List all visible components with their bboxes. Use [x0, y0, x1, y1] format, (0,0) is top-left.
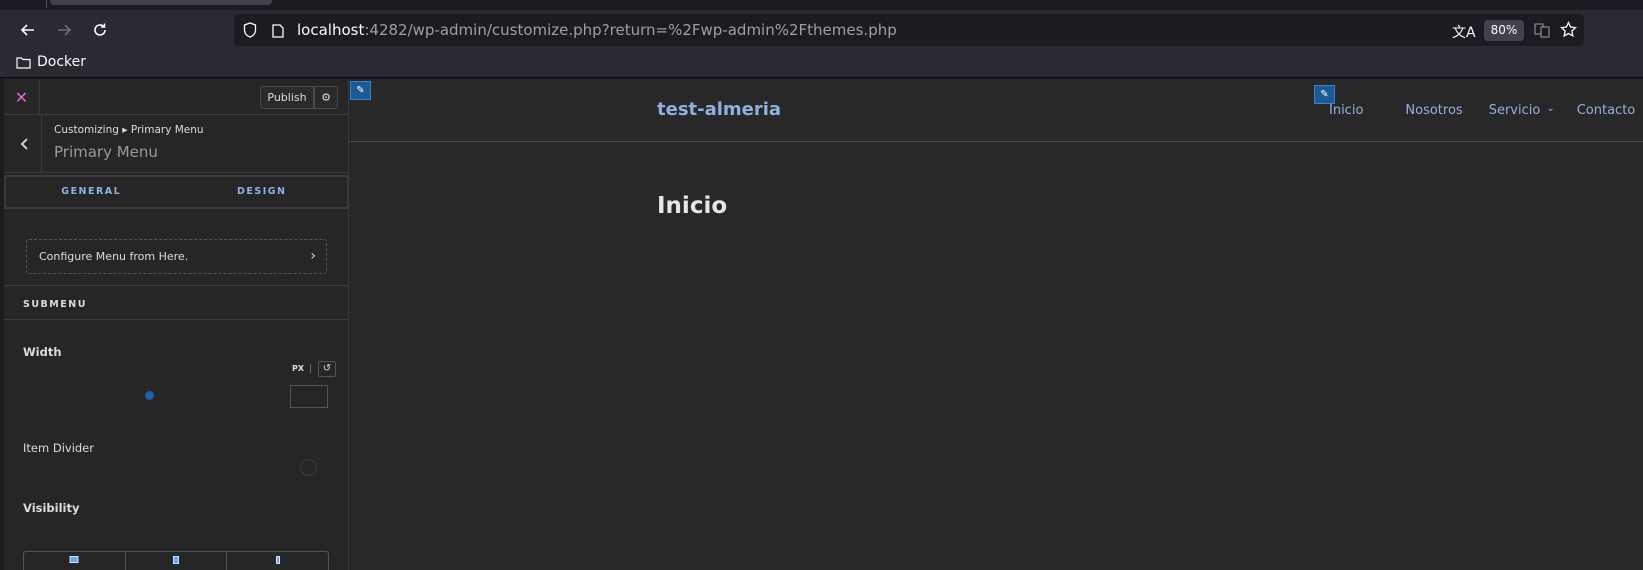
forward-icon[interactable]: [50, 16, 78, 44]
back-icon[interactable]: [14, 16, 42, 44]
folder-icon: [16, 56, 31, 69]
publish-button[interactable]: Publish: [260, 86, 314, 109]
chevron-left-icon: [20, 138, 28, 150]
width-slider-handle[interactable]: [145, 391, 154, 400]
menu-item-servicio[interactable]: Servicio: [1489, 103, 1541, 118]
submenu-heading: SUBMENU: [23, 299, 87, 310]
page-title: Inicio: [657, 193, 728, 219]
bookmark-folder-docker[interactable]: Docker: [16, 54, 86, 70]
tab-design[interactable]: DESIGN: [177, 177, 348, 207]
primary-menu: Inicio Nosotros Servicio ⌄ Contacto: [1329, 103, 1635, 118]
tab-strip: [0, 0, 1643, 10]
reader-translate-icon[interactable]: [1534, 22, 1550, 42]
item-divider-label: Item Divider: [23, 441, 94, 455]
tab-separator: [46, 0, 47, 8]
edit-shortcut-pencil-icon[interactable]: ✎: [350, 81, 371, 100]
site-preview: ✎ test-almeria ✎ Inicio Nosotros Servici…: [349, 79, 1643, 570]
address-bar[interactable]: localhost:4282/wp-admin/customize.php?re…: [234, 14, 1584, 46]
back-button[interactable]: [8, 115, 42, 173]
site-header: ✎ test-almeria ✎ Inicio Nosotros Servici…: [349, 79, 1643, 142]
url-text[interactable]: localhost:4282/wp-admin/customize.php?re…: [297, 21, 897, 39]
mobile-visibility-button[interactable]: [227, 552, 328, 570]
chevron-right-icon: ›: [310, 248, 316, 264]
browser-tab[interactable]: [50, 0, 272, 5]
configure-menu-label: Configure Menu from Here.: [39, 250, 189, 263]
visibility-selector: [23, 551, 329, 570]
breadcrumb: Customizing ▸ Primary Menu: [54, 124, 204, 136]
edit-menu-pencil-icon[interactable]: ✎: [1314, 85, 1335, 104]
panel-tabs: GENERAL DESIGN: [4, 175, 348, 209]
menu-item-inicio[interactable]: Inicio: [1329, 103, 1363, 118]
menu-item-contacto[interactable]: Contacto: [1577, 103, 1636, 118]
tablet-visibility-button[interactable]: [126, 552, 228, 570]
width-label: Width: [23, 345, 62, 359]
chevron-down-icon[interactable]: ⌄: [1546, 103, 1554, 118]
page-icon[interactable]: [272, 23, 284, 42]
tablet-icon: [173, 556, 179, 564]
configure-menu-link[interactable]: Configure Menu from Here. ›: [26, 239, 327, 274]
gear-icon: ⚙: [321, 91, 331, 104]
star-icon[interactable]: [1560, 20, 1577, 42]
browser-toolbar: localhost:4282/wp-admin/customize.php?re…: [0, 10, 1643, 50]
menu-item-nosotros[interactable]: Nosotros: [1405, 103, 1462, 118]
shield-icon[interactable]: [243, 22, 257, 42]
desktop-visibility-button[interactable]: [24, 552, 126, 570]
publish-settings-button[interactable]: ⚙: [314, 86, 338, 109]
mobile-icon: [275, 556, 280, 564]
zoom-level[interactable]: 80%: [1484, 20, 1524, 41]
translate-icon[interactable]: 文A: [1452, 22, 1476, 42]
tab-general[interactable]: GENERAL: [6, 177, 177, 207]
bookmarks-bar: Docker: [0, 50, 1643, 78]
divider: [4, 319, 348, 320]
item-divider-toggle[interactable]: [300, 459, 317, 476]
section-title: Primary Menu: [54, 143, 158, 161]
desktop-icon: [69, 556, 79, 563]
width-input[interactable]: [290, 385, 328, 408]
bookmark-label: Docker: [37, 54, 87, 70]
reset-icon[interactable]: ↺: [318, 361, 336, 377]
visibility-label: Visibility: [23, 501, 80, 515]
section-header: Customizing ▸ Primary Menu Primary Menu: [4, 115, 348, 173]
unit-selector[interactable]: PX: [292, 364, 312, 373]
close-icon[interactable]: ✕: [4, 79, 40, 115]
customizer-sidebar: ✕ Publish ⚙ Customizing ▸ Primary Menu P…: [4, 79, 349, 570]
customizer-header: ✕ Publish ⚙: [4, 79, 348, 115]
reload-icon[interactable]: [86, 16, 114, 44]
divider: [4, 285, 348, 286]
site-title[interactable]: test-almeria: [657, 99, 781, 120]
